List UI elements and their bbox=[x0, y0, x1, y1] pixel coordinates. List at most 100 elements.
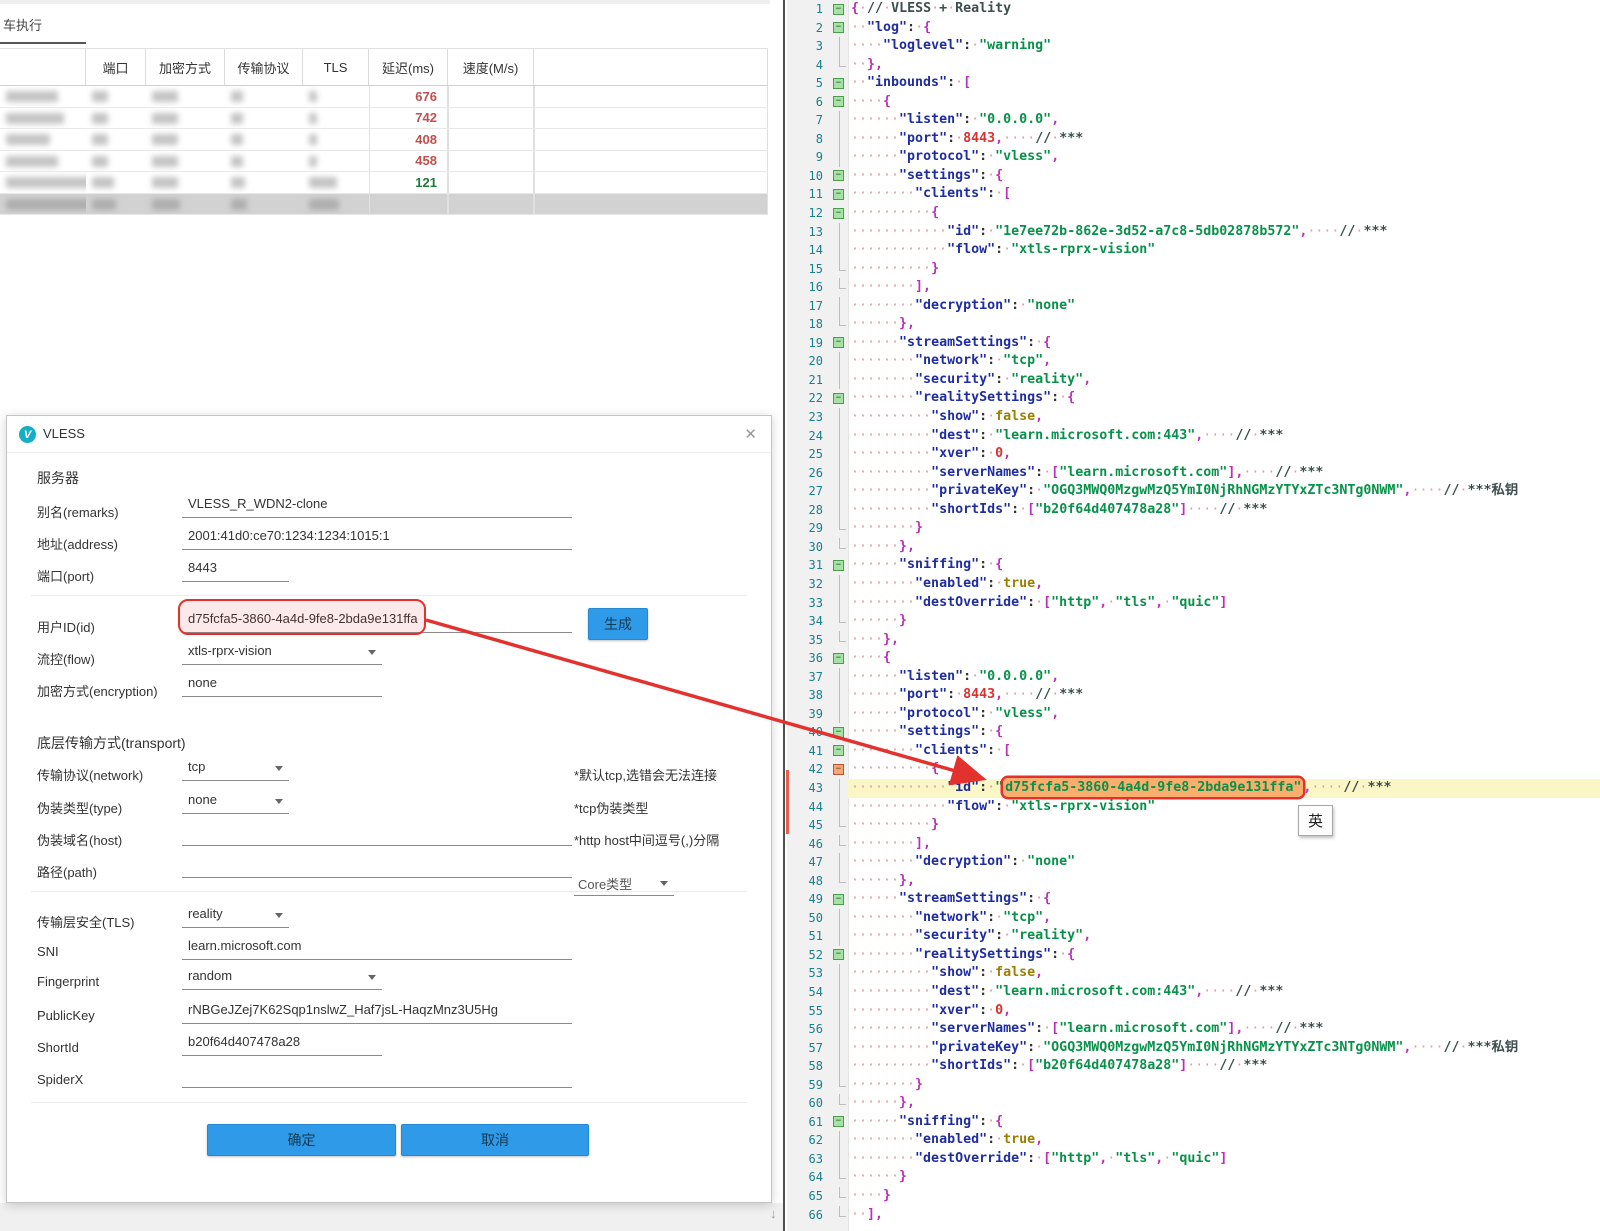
column-header[interactable]: 延迟(ms) bbox=[369, 49, 448, 85]
blurred-text bbox=[231, 199, 247, 210]
encryption-input[interactable]: none bbox=[182, 675, 382, 697]
code-text: ············"flow":·"xtls-rprx-vision" bbox=[848, 798, 1600, 817]
spiderx-label: SpiderX bbox=[37, 1072, 83, 1087]
fold-marker-icon[interactable]: − bbox=[833, 1116, 844, 1127]
flow-select[interactable]: xtls-rprx-vision bbox=[182, 643, 382, 665]
fold-margin-cell: − bbox=[831, 74, 848, 93]
fold-margin-cell bbox=[831, 872, 848, 891]
code-text: ········"enabled":·true, bbox=[848, 1131, 1600, 1150]
publickey-input[interactable]: rNBGeJZej7K62Sqp1nslwZ_Haf7jsL-HaqzMnz3U… bbox=[182, 1002, 572, 1024]
blurred-cell bbox=[146, 129, 225, 150]
latency-cell: 742 bbox=[369, 108, 448, 129]
fold-marker-icon[interactable]: − bbox=[833, 189, 844, 200]
generate-button[interactable]: 生成 bbox=[588, 608, 648, 640]
fold-marker-icon[interactable]: − bbox=[833, 949, 844, 960]
spiderx-input[interactable] bbox=[182, 1066, 572, 1088]
address-input[interactable]: 2001:41d0:ce70:1234:1234:1015:1 bbox=[182, 528, 572, 550]
code-line: 6−····{ bbox=[787, 93, 1600, 112]
fold-marker-icon[interactable]: − bbox=[833, 22, 844, 33]
line-number: 25 bbox=[787, 445, 831, 464]
shortid-input[interactable]: b20f64d407478a28 bbox=[182, 1034, 382, 1056]
fold-marker-icon[interactable]: − bbox=[833, 393, 844, 404]
remarks-input[interactable]: VLESS_R_WDN2-clone bbox=[182, 496, 572, 518]
json-config-editor[interactable]: 1−{·//·VLESS·+·Reality2−··"log":·{3····"… bbox=[783, 0, 1600, 1231]
address-label: 地址(address) bbox=[37, 534, 118, 553]
dialog-titlebar[interactable]: V VLESS ✕ bbox=[7, 416, 771, 453]
fold-marker-icon[interactable]: − bbox=[833, 894, 844, 905]
column-header[interactable]: 传输协议 bbox=[225, 49, 303, 85]
line-number: 39 bbox=[787, 705, 831, 724]
ok-button[interactable]: 确定 bbox=[207, 1124, 396, 1156]
fold-margin-cell: − bbox=[831, 760, 848, 779]
line-number: 35 bbox=[787, 631, 831, 650]
blurred-text bbox=[231, 113, 243, 124]
fold-marker-icon[interactable]: − bbox=[833, 745, 844, 756]
sni-input[interactable]: learn.microsoft.com bbox=[182, 938, 572, 960]
path-input[interactable] bbox=[182, 856, 572, 878]
code-line: 28··········"shortIds":·["b20f64d407478a… bbox=[787, 501, 1600, 520]
code-line: 13············"id":·"1e7ee72b-862e-3d52-… bbox=[787, 223, 1600, 242]
fold-end-tick bbox=[839, 538, 846, 549]
fold-margin-cell bbox=[831, 278, 848, 297]
server-row[interactable]: 742 bbox=[0, 108, 768, 130]
fold-marker-icon[interactable]: − bbox=[833, 78, 844, 89]
fold-marker-icon[interactable]: − bbox=[833, 337, 844, 348]
fold-marker-icon[interactable]: − bbox=[833, 653, 844, 664]
line-number: 26 bbox=[787, 464, 831, 483]
tls-value: reality bbox=[188, 906, 223, 921]
fold-marker-icon[interactable]: − bbox=[833, 170, 844, 181]
tls-select[interactable]: reality bbox=[182, 906, 289, 928]
type-select[interactable]: none bbox=[182, 792, 289, 814]
fold-margin-cell bbox=[831, 297, 848, 316]
blurred-cell bbox=[303, 129, 369, 150]
tab-batch-run[interactable]: 车执行 bbox=[3, 15, 42, 34]
latency-cell: 458 bbox=[369, 151, 448, 172]
cancel-button[interactable]: 取消 bbox=[401, 1124, 589, 1156]
blurred-text bbox=[152, 134, 178, 145]
code-text: ······"settings":·{ bbox=[848, 167, 1600, 186]
server-row[interactable]: 458 bbox=[0, 151, 768, 173]
fold-marker-icon[interactable]: − bbox=[833, 764, 844, 775]
code-text: ··········"serverNames":·["learn.microso… bbox=[848, 464, 1600, 483]
network-select[interactable]: tcp bbox=[182, 759, 289, 781]
column-header[interactable] bbox=[0, 49, 86, 85]
fingerprint-select[interactable]: random bbox=[182, 968, 382, 990]
server-row[interactable]: 408 bbox=[0, 129, 768, 151]
line-number: 19 bbox=[787, 334, 831, 353]
host-input[interactable] bbox=[182, 824, 572, 846]
fold-marker-icon[interactable]: − bbox=[833, 208, 844, 219]
column-header[interactable] bbox=[534, 49, 768, 85]
fold-marker-icon[interactable]: − bbox=[833, 727, 844, 738]
fold-marker-icon[interactable]: − bbox=[833, 560, 844, 571]
sni-label: SNI bbox=[37, 944, 59, 959]
scroll-down-icon[interactable]: ↓ bbox=[770, 1206, 777, 1221]
path-label: 路径(path) bbox=[37, 862, 97, 881]
column-header[interactable]: 加密方式 bbox=[146, 49, 225, 85]
code-line: 66··], bbox=[787, 1206, 1600, 1225]
fold-guide-line bbox=[839, 482, 840, 501]
server-row[interactable]: 676 bbox=[0, 86, 768, 108]
blurred-text bbox=[309, 177, 337, 188]
type-hint: *tcp伪装类型 bbox=[574, 798, 648, 817]
server-row[interactable] bbox=[0, 194, 768, 216]
server-row[interactable]: 121 bbox=[0, 172, 768, 194]
code-text: ······"protocol":·"vless", bbox=[848, 148, 1600, 167]
fold-margin-cell bbox=[831, 1168, 848, 1187]
code-line: 37······"listen":·"0.0.0.0", bbox=[787, 668, 1600, 687]
column-header[interactable]: TLS bbox=[303, 49, 369, 85]
fold-margin-cell bbox=[831, 594, 848, 613]
code-line: 53··········"show":·false, bbox=[787, 964, 1600, 983]
code-line: 50········"network":·"tcp", bbox=[787, 909, 1600, 928]
fold-marker-icon[interactable]: − bbox=[833, 4, 844, 15]
fold-guide-line bbox=[839, 408, 840, 427]
column-header[interactable]: 速度(M/s) bbox=[448, 49, 534, 85]
code-text: ··········"serverNames":·["learn.microso… bbox=[848, 1020, 1600, 1039]
fold-margin-cell bbox=[831, 909, 848, 928]
port-input[interactable]: 8443 bbox=[182, 560, 289, 582]
close-icon[interactable]: ✕ bbox=[744, 425, 757, 443]
column-header[interactable]: 端口 bbox=[86, 49, 146, 85]
fold-margin-cell bbox=[831, 1150, 848, 1169]
fold-marker-icon[interactable]: − bbox=[833, 96, 844, 107]
fold-margin-cell: − bbox=[831, 389, 848, 408]
core-type-select[interactable]: Core类型 bbox=[574, 874, 674, 896]
